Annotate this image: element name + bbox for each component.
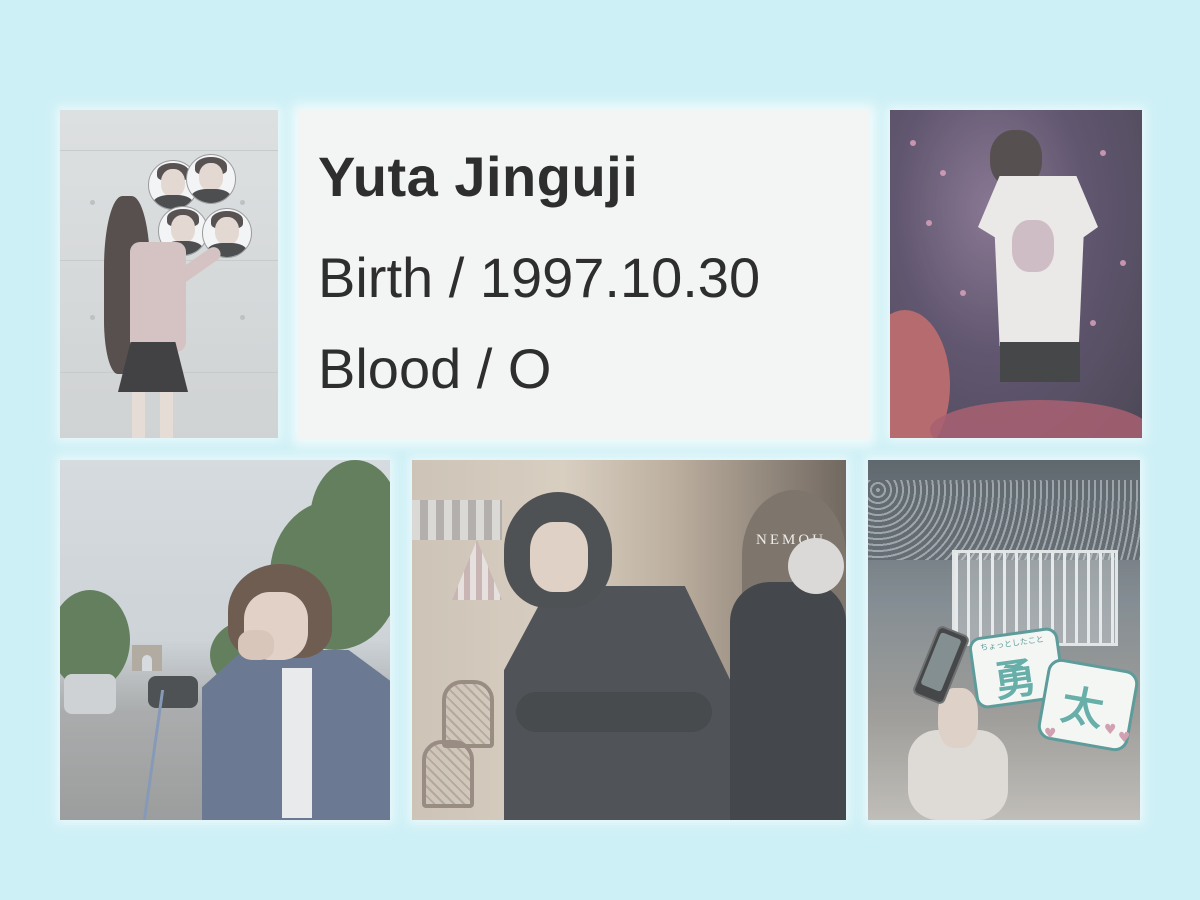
cafe-chair (442, 680, 494, 748)
wall-tie (90, 200, 95, 205)
wall-tie (240, 200, 245, 205)
person-hand (238, 630, 274, 660)
bystander-hair (788, 538, 844, 594)
penlight (1120, 260, 1126, 266)
shirt-print (1012, 220, 1054, 272)
penlight (960, 290, 966, 296)
umbrella (452, 540, 502, 600)
heart-icon: ♥ (1044, 726, 1057, 742)
crowd (868, 480, 1140, 560)
person-face (530, 522, 588, 592)
photo-wall-fans (60, 110, 278, 438)
person-leg (132, 392, 145, 438)
person-top (130, 242, 186, 352)
wall-tie (240, 315, 245, 320)
heart-icon: ♥ (1118, 730, 1131, 746)
penlight (1090, 320, 1096, 326)
wall-tie (90, 315, 95, 320)
cafe-chair (422, 740, 474, 808)
penlight (1100, 150, 1106, 156)
wall-seam (60, 150, 278, 151)
lane-marking (142, 690, 165, 820)
person-crossed-arms (516, 692, 712, 732)
person-leg (160, 392, 173, 438)
collage-page: { "profile": { "name": "Yuta Jinguji", "… (0, 0, 1200, 900)
photo-concert (890, 110, 1142, 438)
photo-fan-uchiwa: ちょっとしたこと 勇 太 ♥ ♥ ♥ (868, 460, 1140, 820)
car (148, 676, 198, 708)
profile-birth: Birth / 1997.10.30 (318, 246, 761, 309)
stage-edge (930, 400, 1142, 438)
penlight (940, 170, 946, 176)
uchiwa-char-1: 勇 (991, 652, 1040, 707)
penlight (910, 140, 916, 146)
awning (412, 500, 502, 540)
performer-pants (1000, 342, 1080, 382)
photo-street (60, 460, 390, 820)
heart-icon: ♥ (1104, 722, 1117, 738)
profile-name: Yuta Jinguji (318, 145, 639, 208)
profile-blood: Blood / O (318, 337, 552, 400)
tree (310, 460, 390, 580)
fan-photo (186, 154, 236, 204)
bystander-coat (730, 582, 846, 820)
car (64, 674, 116, 714)
penlight (926, 220, 932, 226)
arch-monument (132, 645, 162, 671)
person-shirt (282, 668, 312, 818)
photo-cafe: NEMOU (412, 460, 846, 820)
profile-card: Yuta Jinguji Birth / 1997.10.30 Blood / … (298, 110, 870, 440)
